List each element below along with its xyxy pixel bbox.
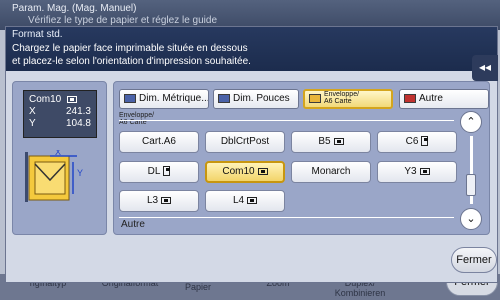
size-button-c6[interactable]: C6 [377, 131, 457, 153]
size-label: Cart.A6 [142, 136, 176, 147]
envelope-icon [309, 93, 321, 103]
tab-label: Dim. Métrique... [139, 93, 209, 104]
dialog-header: Format std. Chargez le papier face impri… [6, 27, 497, 71]
dialog-message-line: Chargez le papier face imprimable située… [12, 43, 248, 54]
category-divider [119, 120, 454, 121]
dialog-title: Format std. [12, 29, 63, 40]
size-button-monarch[interactable]: Monarch [291, 161, 371, 183]
chevron-up-icon: ⌃ [466, 116, 476, 128]
tab-other-sizes[interactable]: Autre [399, 89, 489, 109]
size-button-cart-a6[interactable]: Cart.A6 [119, 131, 199, 153]
landscape-orientation-icon [67, 95, 78, 103]
size-label: DL [147, 166, 161, 177]
background-subtitle: Vérifiez le type de papier et réglez le … [28, 15, 218, 26]
scroll-thumb[interactable] [466, 174, 476, 196]
tab-inch-sizes[interactable]: Dim. Pouces [213, 89, 299, 109]
tab-envelope-sizes[interactable]: Enveloppe/A6 Carte [303, 89, 393, 109]
other-divider [119, 217, 454, 218]
category-label-line: Enveloppe/ [119, 112, 155, 119]
size-label: Y3 [404, 166, 417, 177]
size-label: Com10 [222, 166, 255, 177]
portrait-orientation-icon [421, 136, 429, 147]
size-button-dblcrtpost[interactable]: DblCrtPost [205, 131, 285, 153]
scroll-down-button[interactable]: ⌄ [460, 208, 482, 230]
other-section-label: Autre [121, 219, 145, 230]
size-label: B5 [318, 136, 331, 147]
metric-icon [124, 93, 136, 103]
scroll-up-button[interactable]: ⌃ [460, 111, 482, 133]
landscape-orientation-icon [247, 196, 258, 204]
size-y-label: Y [29, 118, 36, 129]
category-label: Enveloppe/ A6 Carte [119, 112, 154, 126]
dialog-message: Chargez le papier face imprimable située… [12, 42, 251, 68]
size-selection-panel: Dim. Métrique... Dim. Pouces Enveloppe/A… [113, 81, 490, 235]
size-button-com10[interactable]: Com10 [205, 161, 285, 183]
current-size-name: Com10 [29, 94, 62, 105]
landscape-orientation-icon [419, 167, 430, 175]
close-button[interactable]: Fermer [451, 247, 497, 273]
size-x-row: X 241.3 [29, 106, 91, 118]
size-button-l4[interactable]: L4 [205, 190, 285, 212]
inch-icon [218, 93, 230, 103]
size-x-label: X [29, 106, 36, 117]
size-button-dl[interactable]: DL [119, 161, 199, 183]
illustration-x-label: X [55, 150, 61, 157]
envelope-loading-illustration-icon: X Y [25, 150, 83, 202]
size-label: L3 [146, 195, 159, 206]
chevron-down-icon: ⌄ [466, 213, 476, 225]
tab-label: Autre [419, 93, 443, 104]
tab-label-line: A6 Carte [324, 98, 352, 105]
background-title: Param. Mag. (Mag. Manuel) [12, 3, 137, 14]
size-label: C6 [405, 136, 419, 147]
illustration-y-label: Y [77, 168, 83, 178]
size-button-b5[interactable]: B5 [291, 131, 371, 153]
collapse-panel-button[interactable]: ◂◂ [472, 55, 498, 81]
tab-label-line: Enveloppe/ [324, 91, 360, 98]
dialog-message-line: et placez-le selon l'orientation d'impre… [12, 56, 251, 67]
size-x-value: 241.3 [65, 106, 91, 117]
size-button-l3[interactable]: L3 [119, 190, 199, 212]
size-label: DblCrtPost [220, 136, 270, 147]
tab-metric-sizes[interactable]: Dim. Métrique... [119, 89, 209, 109]
other-icon [404, 93, 416, 103]
landscape-orientation-icon [333, 137, 344, 145]
size-button-y3[interactable]: Y3 [377, 161, 457, 183]
landscape-orientation-icon [161, 196, 172, 204]
landscape-orientation-icon [257, 167, 268, 175]
background-tab: Papier [184, 282, 211, 292]
current-size-box: Com10 X 241.3 Y 104.8 [23, 90, 97, 138]
size-y-value: 104.8 [65, 118, 91, 129]
size-y-row: Y 104.8 [29, 118, 91, 130]
current-size-panel: Com10 X 241.3 Y 104.8 X Y [12, 81, 107, 235]
size-label: Monarch [311, 166, 351, 177]
tab-label: Dim. Pouces [233, 93, 290, 104]
portrait-orientation-icon [163, 166, 171, 177]
size-label: L4 [232, 195, 245, 206]
